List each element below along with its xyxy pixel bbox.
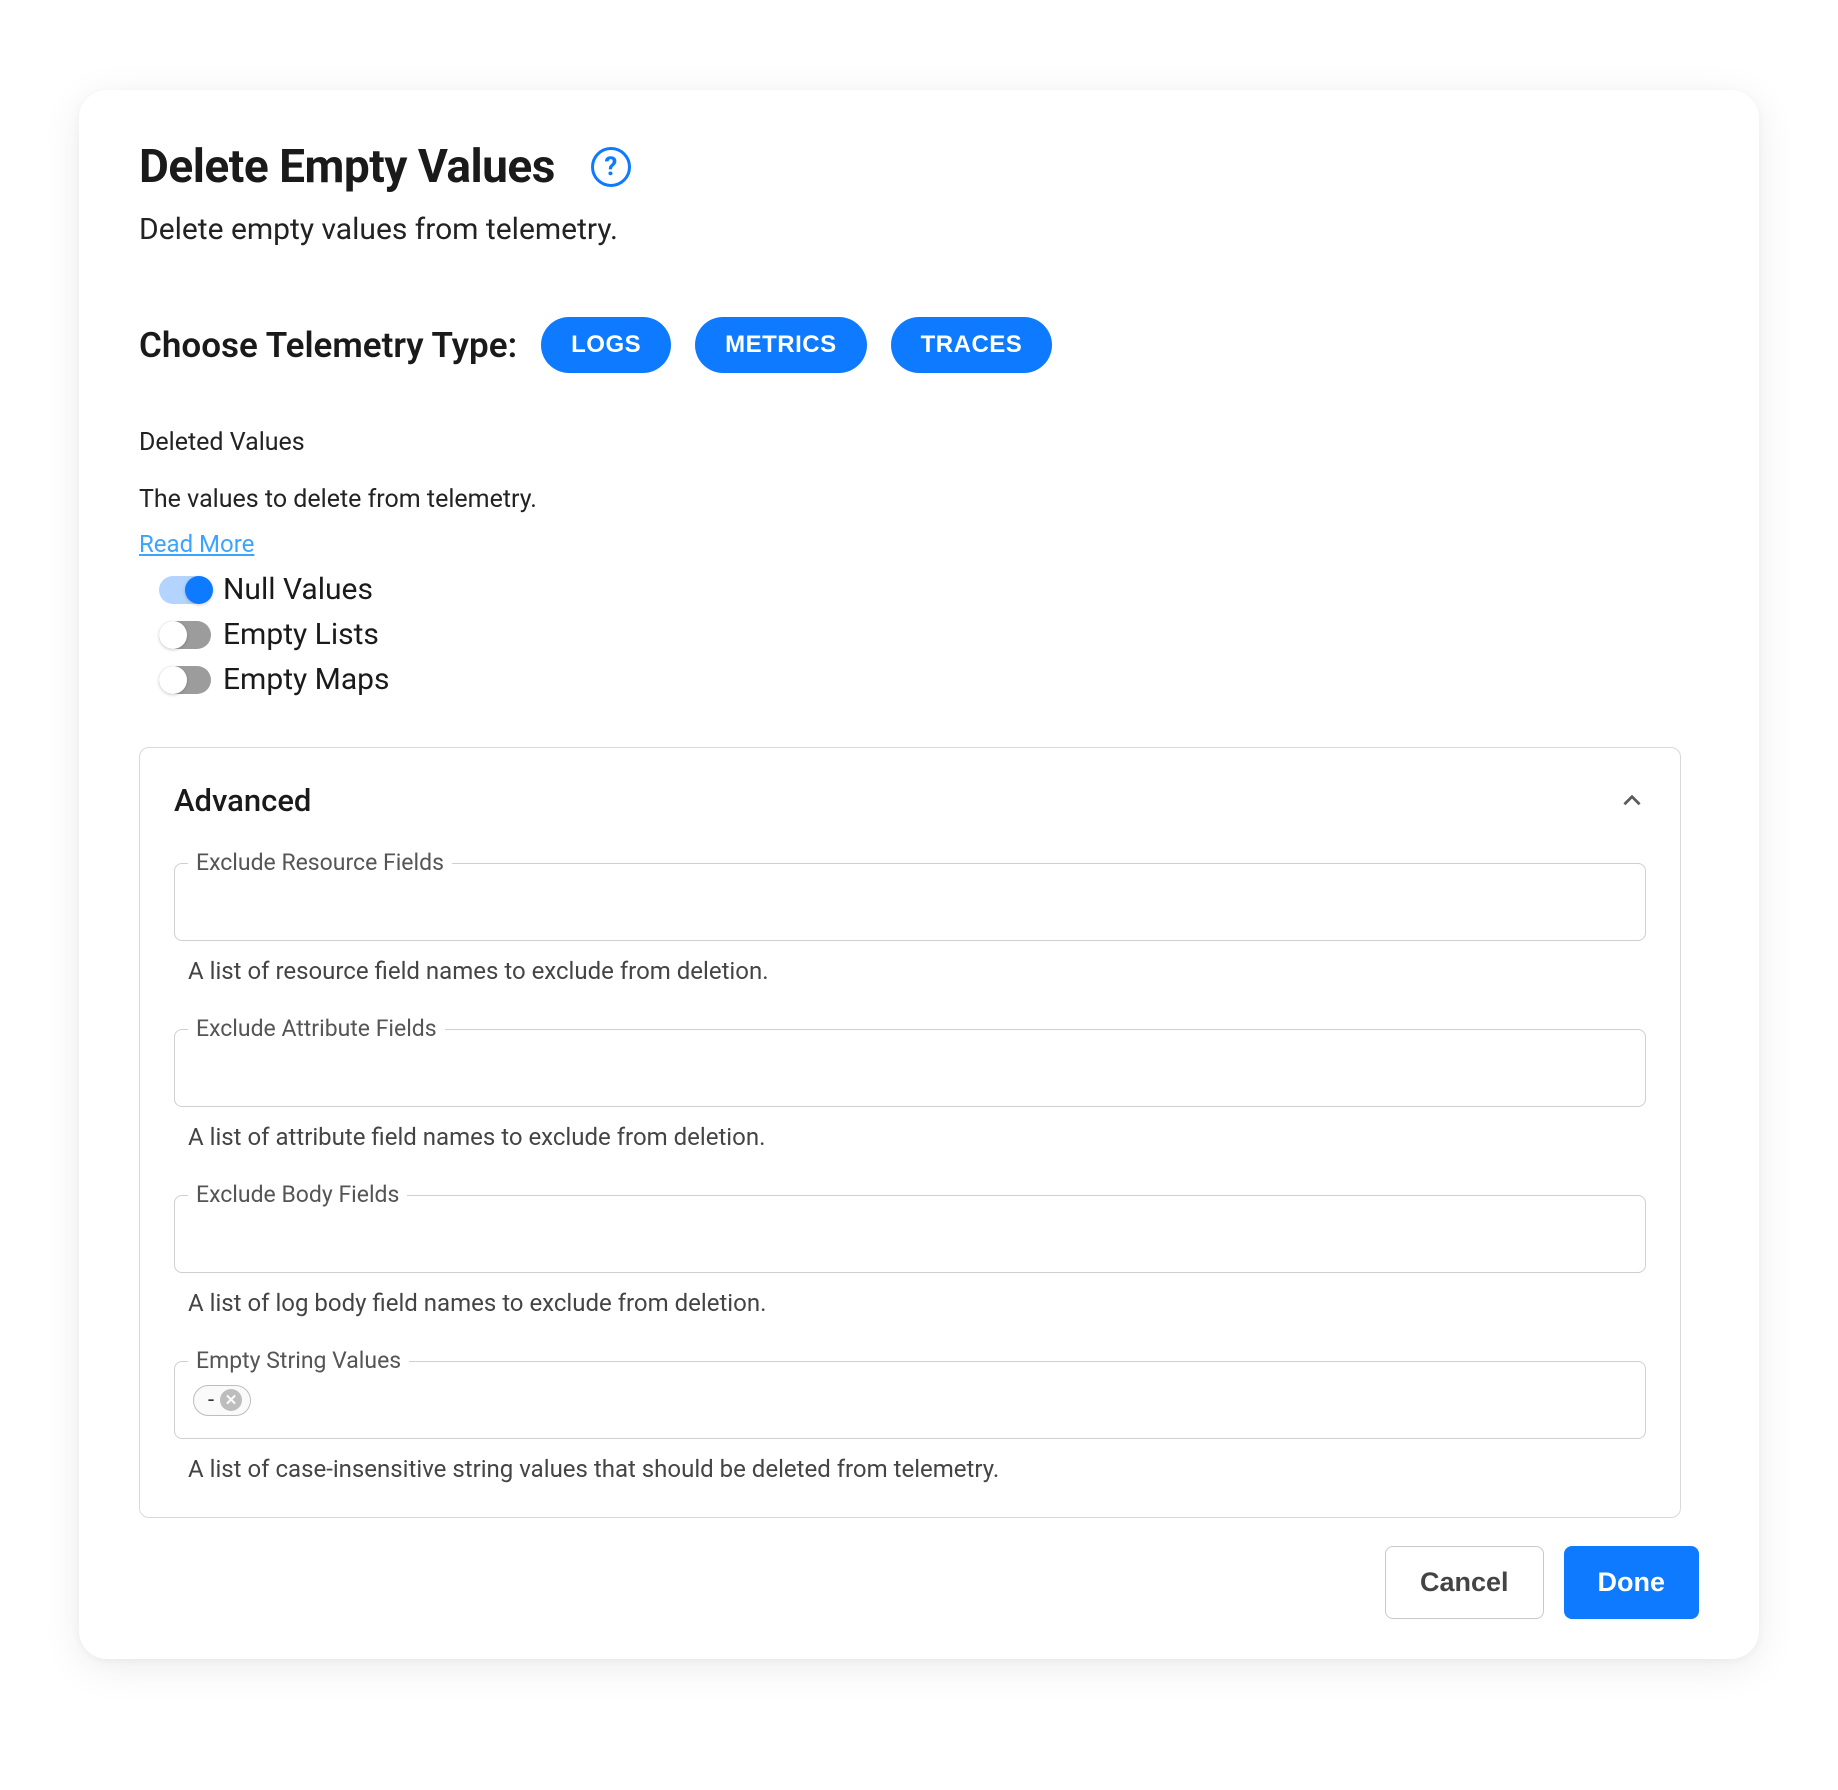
deleted-values-description: The values to delete from telemetry. <box>139 485 1681 514</box>
advanced-section: Advanced Exclude Resource Fields A list … <box>139 747 1681 1518</box>
field-empty-string-values: Empty String Values - ✕ A list of case-i… <box>174 1361 1646 1483</box>
telemetry-pill-logs[interactable]: LOGS <box>541 317 671 373</box>
field-help: A list of resource field names to exclud… <box>174 957 1646 985</box>
toggle-empty-lists[interactable] <box>159 621 211 649</box>
field-legend: Exclude Body Fields <box>188 1181 407 1208</box>
toggle-row-empty-maps: Empty Maps <box>159 662 1681 697</box>
modal-delete-empty-values: Delete Empty Values ? Delete empty value… <box>79 90 1759 1659</box>
field-help: A list of log body field names to exclud… <box>174 1289 1646 1317</box>
advanced-title: Advanced <box>174 782 311 819</box>
toggle-row-null-values: Null Values <box>159 572 1681 607</box>
read-more-link[interactable]: Read More <box>139 530 254 558</box>
field-legend: Empty String Values <box>188 1347 409 1374</box>
toggle-label-null-values: Null Values <box>223 572 373 607</box>
field-exclude-attribute: Exclude Attribute Fields A list of attri… <box>174 1029 1646 1151</box>
telemetry-type-label: Choose Telemetry Type: <box>139 325 517 366</box>
cancel-button[interactable]: Cancel <box>1385 1546 1544 1619</box>
modal-header: Delete Empty Values ? <box>139 140 1699 194</box>
modal-subtitle: Delete empty values from telemetry. <box>139 212 1699 247</box>
deleted-values-heading: Deleted Values <box>139 428 1681 457</box>
chip: - ✕ <box>193 1385 251 1416</box>
telemetry-pill-metrics[interactable]: METRICS <box>695 317 867 373</box>
field-exclude-resource: Exclude Resource Fields A list of resour… <box>174 863 1646 985</box>
modal-footer: Cancel Done <box>79 1518 1759 1619</box>
modal-title: Delete Empty Values <box>139 140 555 194</box>
field-help: A list of case-insensitive string values… <box>174 1455 1646 1483</box>
toggle-list: Null Values Empty Lists Empty Maps <box>139 572 1681 697</box>
advanced-header[interactable]: Advanced <box>174 782 1646 819</box>
field-exclude-body: Exclude Body Fields A list of log body f… <box>174 1195 1646 1317</box>
help-icon[interactable]: ? <box>591 147 631 187</box>
field-legend: Exclude Resource Fields <box>188 849 452 876</box>
field-help: A list of attribute field names to exclu… <box>174 1123 1646 1151</box>
toggle-empty-maps[interactable] <box>159 666 211 694</box>
telemetry-type-row: Choose Telemetry Type: LOGS METRICS TRAC… <box>139 317 1681 373</box>
toggle-null-values[interactable] <box>159 576 211 604</box>
field-legend: Exclude Attribute Fields <box>188 1015 445 1042</box>
modal-body: Delete Empty Values ? Delete empty value… <box>79 140 1759 1518</box>
toggle-row-empty-lists: Empty Lists <box>159 617 1681 652</box>
telemetry-pill-traces[interactable]: TRACES <box>891 317 1053 373</box>
done-button[interactable]: Done <box>1564 1546 1700 1619</box>
toggle-label-empty-lists: Empty Lists <box>223 617 379 652</box>
toggle-label-empty-maps: Empty Maps <box>223 662 390 697</box>
chevron-up-icon <box>1618 787 1646 815</box>
chip-label: - <box>208 1388 214 1413</box>
chip-remove-icon[interactable]: ✕ <box>220 1389 242 1411</box>
modal-scroll-area[interactable]: Choose Telemetry Type: LOGS METRICS TRAC… <box>139 317 1699 1518</box>
